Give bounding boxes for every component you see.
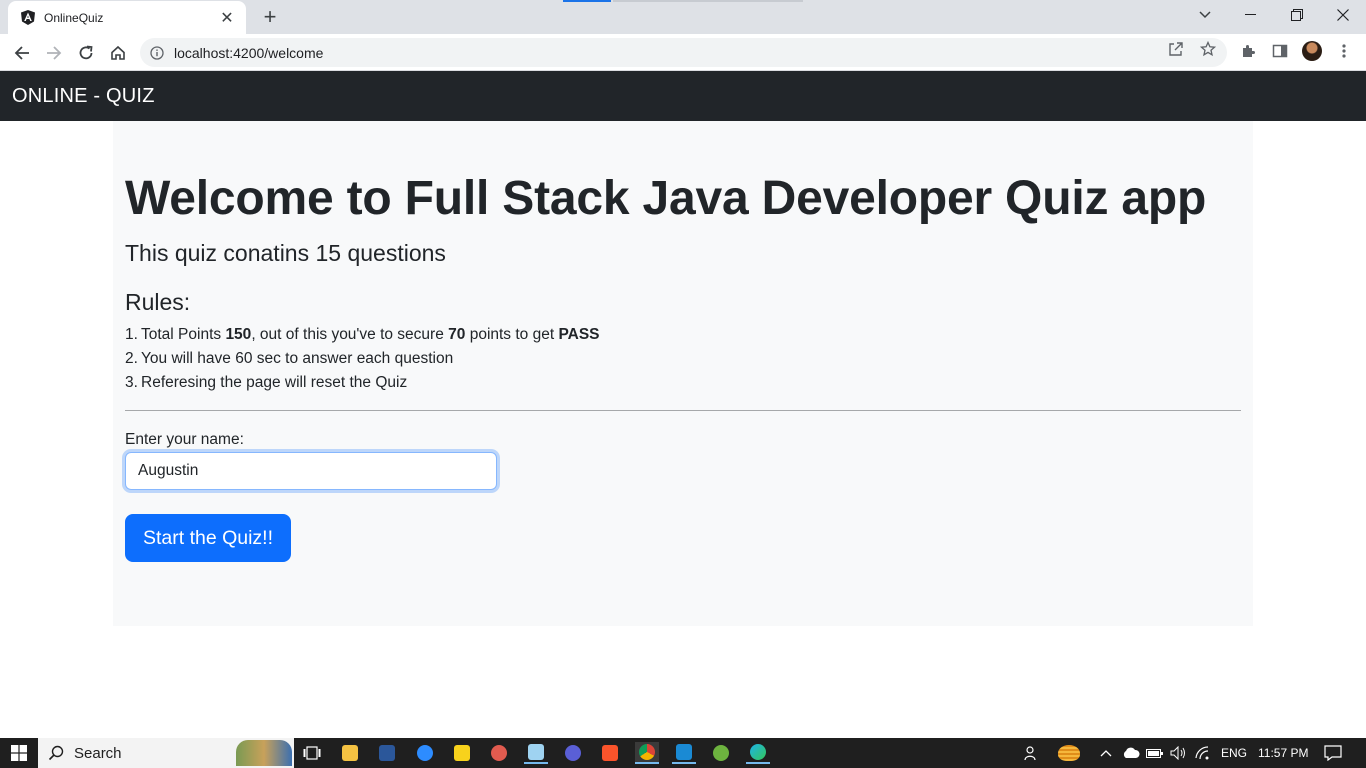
close-tab-icon[interactable]: ✕	[218, 9, 236, 27]
search-highlight-illustration	[236, 740, 292, 766]
angular-icon	[20, 10, 36, 26]
battery-icon[interactable]	[1146, 738, 1166, 768]
more-menu-icon[interactable]	[1334, 41, 1354, 61]
windows-taskbar: Search ENG 11:57 PM	[0, 738, 1366, 768]
tab-title: OnlineQuiz	[44, 10, 104, 25]
quiz-summary: This quiz conatins 15 questions	[125, 240, 446, 266]
restore-icon[interactable]	[1274, 0, 1320, 30]
brave-icon[interactable]	[598, 742, 622, 764]
zoom-icon[interactable]	[413, 742, 437, 764]
windows-start-icon[interactable]	[0, 738, 38, 768]
new-tab-icon[interactable]: +	[258, 4, 282, 29]
rule-item: 3. Referesing the page will reset the Qui…	[125, 374, 408, 391]
back-arrow-icon[interactable]	[8, 39, 36, 67]
page-title: Welcome to Full Stack Java Developer Qui…	[125, 172, 1207, 225]
reload-icon[interactable]	[72, 39, 100, 67]
share-icon[interactable]	[1167, 40, 1185, 58]
browser-toolbar: localhost:4200/welcome	[0, 34, 1366, 71]
task-view-icon[interactable]	[300, 742, 324, 764]
welcome-jumbotron: Welcome to Full Stack Java Developer Qui…	[113, 121, 1253, 626]
rule-item: 2. You will have 60 sec to answer each qu…	[125, 350, 454, 367]
app-navbar: ONLINE - QUIZ	[0, 71, 1366, 121]
tab-loading-bar	[563, 0, 611, 2]
sticky-notes-icon[interactable]	[450, 742, 474, 764]
forward-arrow-icon[interactable]	[40, 39, 68, 67]
file-explorer-icon[interactable]	[338, 742, 362, 764]
chrome-icon[interactable]	[635, 742, 659, 764]
app-icon[interactable]	[487, 742, 511, 764]
notifications-icon[interactable]	[1324, 738, 1344, 768]
browser-tab-strip: OnlineQuiz ✕ +	[0, 0, 1366, 34]
spring-tools-icon[interactable]	[709, 742, 733, 764]
name-input[interactable]	[125, 452, 497, 490]
search-icon	[48, 745, 64, 761]
url-text: localhost:4200/welcome	[174, 44, 324, 61]
onedrive-cloud-icon[interactable]	[1122, 738, 1142, 768]
people-icon[interactable]	[1024, 738, 1044, 768]
edge-icon[interactable]	[746, 742, 770, 764]
word-icon[interactable]	[375, 742, 399, 764]
wifi-icon[interactable]	[1195, 738, 1215, 768]
navbar-brand[interactable]: ONLINE - QUIZ	[12, 85, 155, 108]
section-divider	[125, 410, 1241, 411]
minimize-icon[interactable]	[1228, 0, 1274, 30]
weather-icon[interactable]	[1058, 738, 1082, 768]
clock-time[interactable]: 11:57 PM	[1258, 738, 1308, 768]
home-icon[interactable]	[104, 39, 132, 67]
rule-item: 1. Total Points 150, out of this you've t…	[125, 326, 600, 343]
app-icon[interactable]	[561, 742, 585, 764]
info-icon[interactable]	[150, 45, 164, 60]
profile-avatar[interactable]	[1302, 41, 1322, 61]
chevron-up-icon[interactable]	[1100, 738, 1114, 768]
vscode-icon[interactable]	[672, 742, 696, 764]
language-indicator[interactable]: ENG	[1221, 738, 1247, 768]
address-bar[interactable]: localhost:4200/welcome	[140, 38, 1227, 67]
browser-tab[interactable]: OnlineQuiz ✕	[8, 1, 246, 34]
start-quiz-button[interactable]: Start the Quiz!!	[125, 514, 291, 562]
rules-heading: Rules:	[125, 289, 191, 315]
extensions-puzzle-icon[interactable]	[1238, 41, 1258, 61]
name-label: Enter your name:	[125, 431, 244, 448]
side-panel-icon[interactable]	[1270, 41, 1290, 61]
volume-icon[interactable]	[1170, 738, 1190, 768]
bookmark-star-icon[interactable]	[1199, 40, 1217, 58]
close-window-icon[interactable]	[1320, 0, 1366, 30]
rules-list: 1. Total Points 150, out of this you've t…	[125, 323, 600, 395]
taskbar-search-box[interactable]: Search	[38, 738, 294, 768]
tab-search-chevron-icon[interactable]	[1182, 0, 1228, 30]
taskbar-search-label: Search	[74, 744, 122, 762]
notepad-icon[interactable]	[524, 742, 548, 764]
tab-loading-track	[613, 0, 803, 2]
